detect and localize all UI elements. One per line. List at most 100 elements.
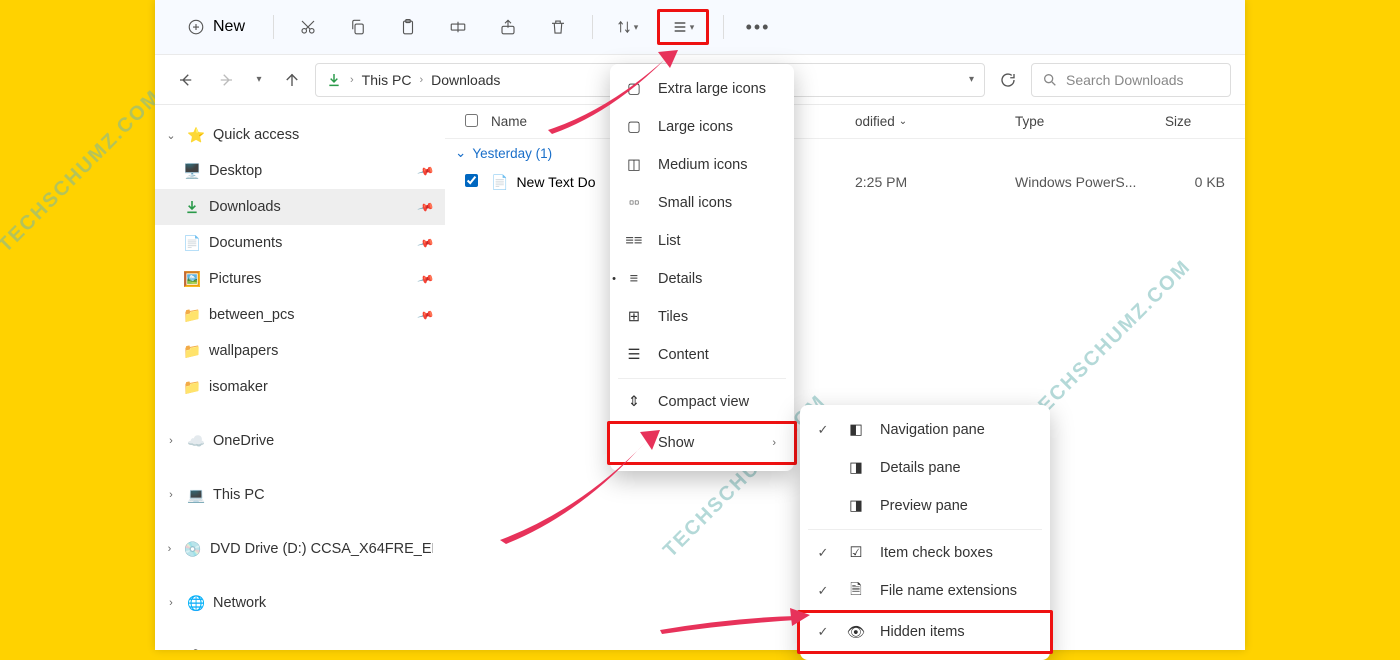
- menu-compact[interactable]: ⇕Compact view: [610, 383, 794, 421]
- chevron-right-icon: ›: [419, 74, 423, 86]
- view-button[interactable]: ▾: [657, 9, 709, 45]
- folder-icon: 📁: [183, 307, 201, 324]
- folder-icon: 📁: [183, 343, 201, 360]
- menu-preview-pane[interactable]: ◨Preview pane: [800, 487, 1050, 525]
- nav-pane-icon: ◧: [846, 422, 866, 438]
- arrow-up-icon: [283, 71, 301, 89]
- menu-content[interactable]: ☰Content: [610, 336, 794, 374]
- sidebar-folder-isomaker[interactable]: 📁isomaker: [155, 369, 445, 405]
- show-submenu: ✓◧Navigation pane ◨Details pane ◨Preview…: [800, 405, 1050, 660]
- menu-tiles[interactable]: ⊞ Tiles: [610, 298, 794, 336]
- refresh-icon: [999, 71, 1017, 89]
- copy-icon: [349, 18, 367, 36]
- share-icon: [499, 18, 517, 36]
- menu-md-icons[interactable]: ◫Medium icons: [610, 146, 794, 184]
- sidebar-label: Documents: [209, 235, 282, 251]
- document-icon: 📄: [183, 235, 201, 252]
- menu-item-checks[interactable]: ✓☑Item check boxes: [800, 534, 1050, 572]
- tiles-icon: ⊞: [624, 309, 644, 325]
- ellipsis-icon: •••: [746, 17, 771, 38]
- disc-icon: 💿: [184, 541, 202, 558]
- pin-icon: 📌: [417, 234, 435, 252]
- list-icon: ≡≡: [624, 233, 644, 249]
- scissors-icon: [299, 18, 317, 36]
- download-icon: [326, 72, 342, 88]
- rename-button[interactable]: [438, 9, 478, 45]
- menu-file-ext[interactable]: ✓🗎File name extensions: [800, 572, 1050, 610]
- cut-button[interactable]: [288, 9, 328, 45]
- refresh-button[interactable]: [991, 63, 1025, 97]
- row-checkbox[interactable]: [465, 174, 491, 190]
- sidebar-label: Downloads: [209, 199, 281, 215]
- expand-icon: ›: [163, 543, 176, 555]
- paste-button[interactable]: [388, 9, 428, 45]
- lg-icons-icon: ▢: [624, 119, 644, 135]
- chevron-down-icon[interactable]: ▾: [969, 74, 974, 85]
- sidebar-folder-between-pcs[interactable]: 📁between_pcs📌: [155, 297, 445, 333]
- bullet-icon: •: [609, 273, 619, 285]
- sidebar-downloads[interactable]: Downloads📌: [155, 189, 445, 225]
- file-size: 0 KB: [1165, 174, 1245, 190]
- share-button[interactable]: [488, 9, 528, 45]
- column-date[interactable]: odified⌄: [855, 114, 1015, 129]
- sidebar-documents[interactable]: 📄 Documents 📌: [155, 225, 445, 261]
- expand-icon: ›: [163, 435, 179, 447]
- column-type[interactable]: Type: [1015, 114, 1165, 129]
- search-input[interactable]: Search Downloads: [1031, 63, 1231, 97]
- menu-label: Content: [658, 347, 709, 363]
- sidebar-pictures[interactable]: 🖼️Pictures📌: [155, 261, 445, 297]
- menu-list[interactable]: ≡≡List: [610, 222, 794, 260]
- navigation-pane: ⌄ ⭐ Quick access 🖥️Desktop📌 Downloads📌 📄…: [155, 105, 445, 650]
- sidebar-linux[interactable]: ›🐧Linux: [155, 639, 445, 650]
- menu-sm-icons[interactable]: ▫▫Small icons: [610, 184, 794, 222]
- cloud-icon: ☁️: [187, 433, 205, 450]
- sidebar-label: Desktop: [209, 163, 262, 179]
- menu-show[interactable]: Show›: [607, 421, 797, 465]
- new-button[interactable]: New: [173, 12, 259, 42]
- select-all-checkbox[interactable]: [465, 114, 491, 130]
- pictures-icon: 🖼️: [183, 271, 201, 288]
- menu-lg-icons[interactable]: ▢ Large icons: [610, 108, 794, 146]
- recent-button[interactable]: ▾: [249, 63, 269, 97]
- sidebar-onedrive[interactable]: › ☁️ OneDrive: [155, 423, 445, 459]
- back-button[interactable]: [169, 63, 203, 97]
- folder-icon: 📁: [183, 379, 201, 396]
- arrow-left-icon: [177, 71, 195, 89]
- up-button[interactable]: [275, 63, 309, 97]
- sidebar-quick-access[interactable]: ⌄ ⭐ Quick access: [155, 117, 445, 153]
- sidebar-label: OneDrive: [213, 433, 274, 449]
- forward-button[interactable]: [209, 63, 243, 97]
- watermark: TECHSCHUMZ.COM: [0, 86, 166, 258]
- sidebar-dvd[interactable]: › 💿 DVD Drive (D:) CCSA_X64FRE_EN-US_D: [155, 531, 445, 567]
- sidebar-desktop[interactable]: 🖥️Desktop📌: [155, 153, 445, 189]
- network-icon: 🌐: [187, 595, 205, 612]
- check-icon: ✓: [814, 545, 832, 561]
- separator: [273, 15, 274, 39]
- pin-icon: 📌: [417, 306, 435, 324]
- menu-xl-icons[interactable]: ▢Extra large icons: [610, 70, 794, 108]
- breadcrumb-folder[interactable]: Downloads: [431, 72, 500, 88]
- menu-details-pane[interactable]: ◨Details pane: [800, 449, 1050, 487]
- menu-hidden-items[interactable]: ✓👁Hidden items: [797, 610, 1053, 654]
- copy-button[interactable]: [338, 9, 378, 45]
- file-row[interactable]: 📄New Text Do 2:25 PM Windows PowerS... 0…: [445, 165, 1245, 199]
- menu-label: Tiles: [658, 309, 688, 325]
- sidebar-this-pc[interactable]: ›💻This PC: [155, 477, 445, 513]
- chevron-right-icon: ›: [772, 437, 776, 449]
- column-size[interactable]: Size: [1165, 114, 1245, 129]
- menu-details[interactable]: •≡Details: [610, 260, 794, 298]
- group-header[interactable]: ⌄Yesterday (1): [445, 139, 1245, 165]
- menu-label: Extra large icons: [658, 81, 766, 97]
- pin-icon: 📌: [417, 270, 435, 288]
- star-icon: ⭐: [187, 127, 205, 144]
- more-button[interactable]: •••: [738, 9, 778, 45]
- menu-nav-pane[interactable]: ✓◧Navigation pane: [800, 411, 1050, 449]
- breadcrumb-root[interactable]: This PC: [362, 72, 412, 88]
- sidebar-network[interactable]: ›🌐Network: [155, 585, 445, 621]
- sort-button[interactable]: ▾: [607, 9, 647, 45]
- sidebar-folder-wallpapers[interactable]: 📁wallpapers: [155, 333, 445, 369]
- menu-label: Large icons: [658, 119, 733, 135]
- toolbar: New ▾ ▾ •••: [155, 0, 1245, 55]
- delete-button[interactable]: [538, 9, 578, 45]
- sidebar-label: DVD Drive (D:) CCSA_X64FRE_EN-US_D: [210, 541, 433, 557]
